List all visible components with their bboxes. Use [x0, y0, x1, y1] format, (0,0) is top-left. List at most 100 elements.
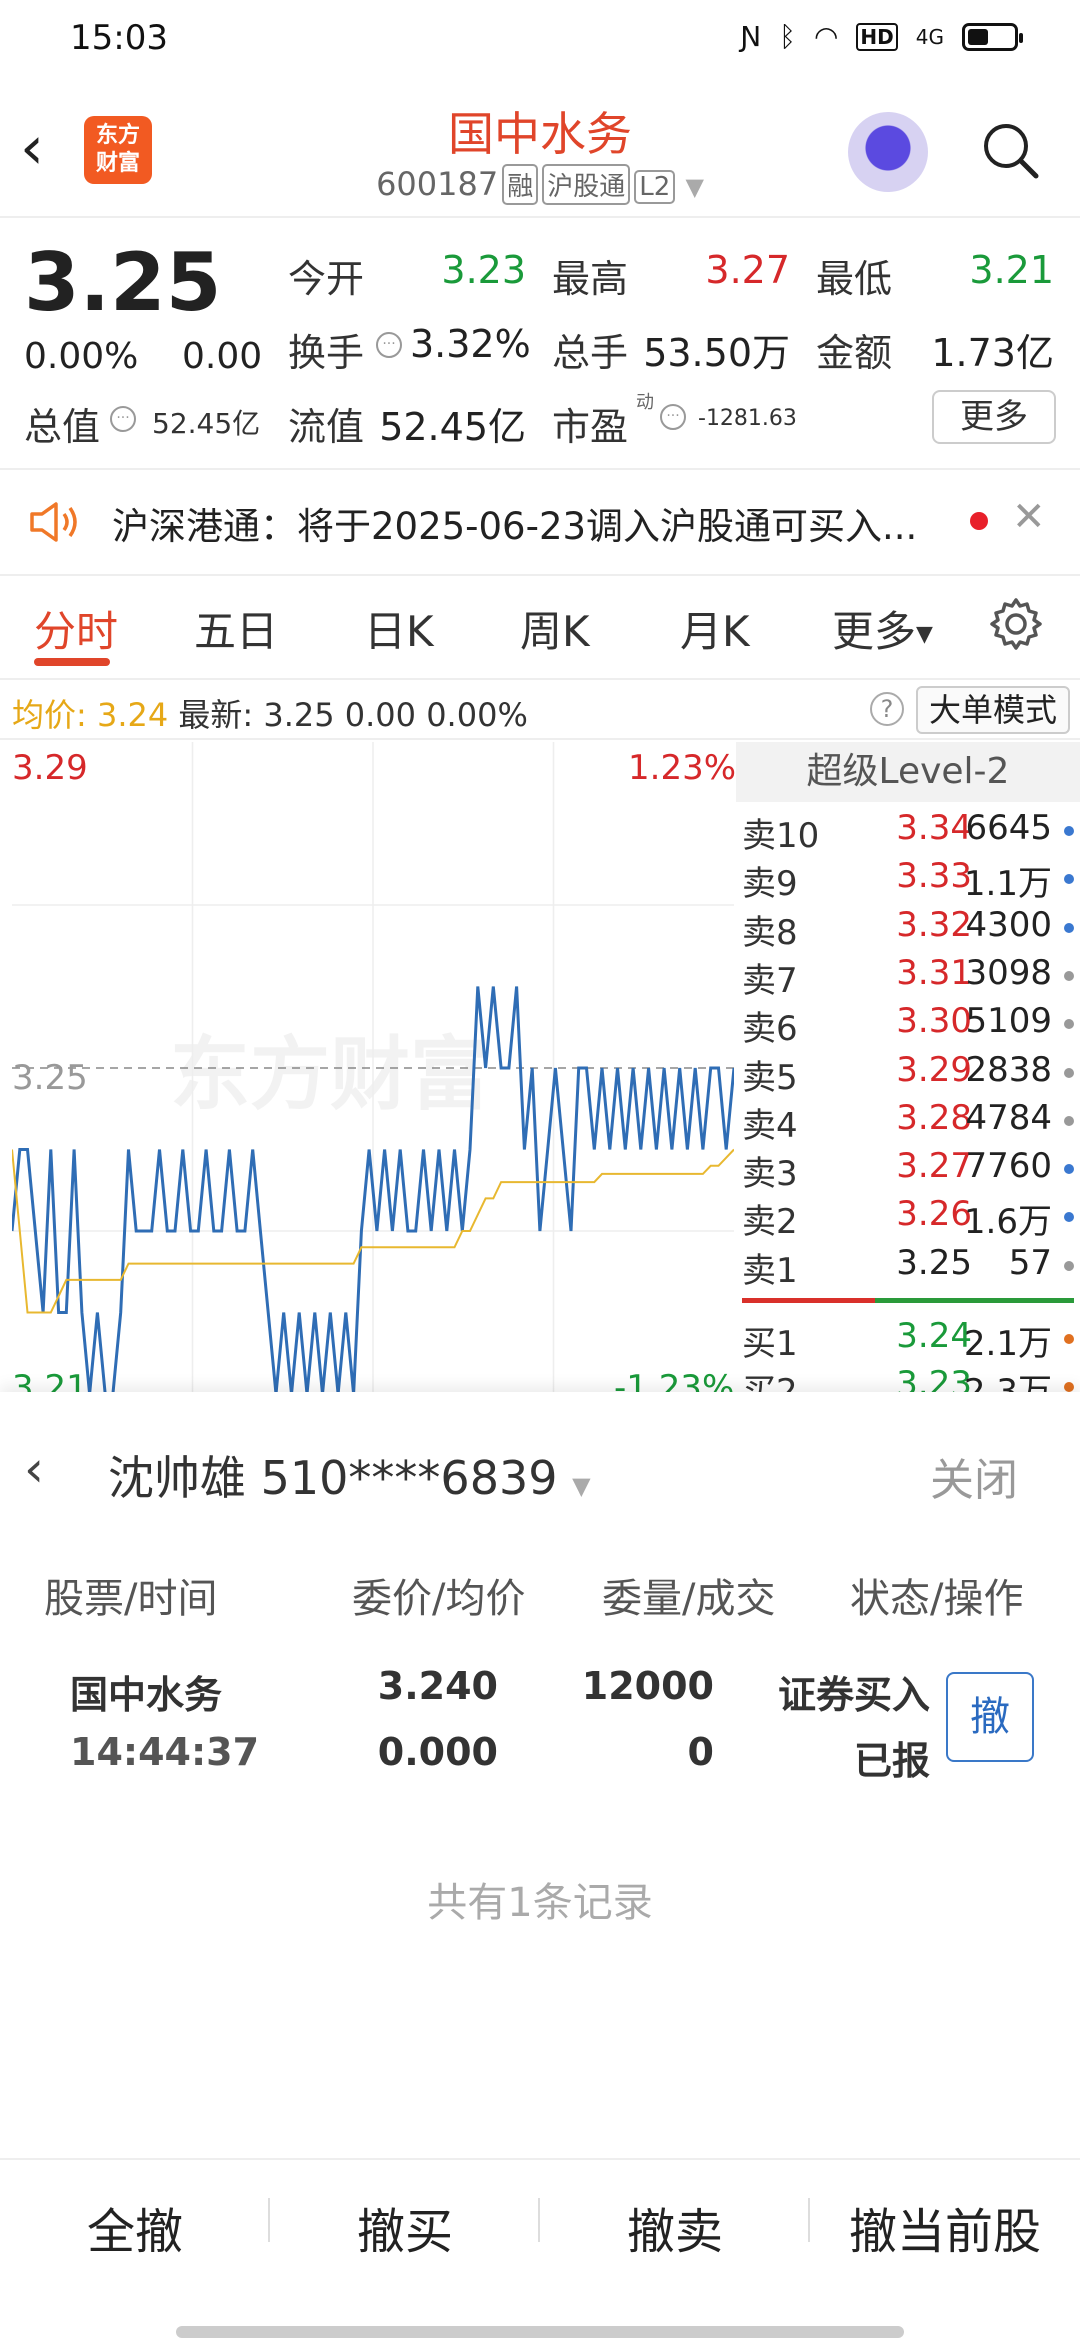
order-price: 3.240: [377, 1664, 498, 1708]
ask-dot-icon: [1064, 922, 1074, 933]
divider: [0, 574, 1080, 576]
info-icon[interactable]: ···: [660, 404, 686, 430]
ask-label: 卖1: [742, 1250, 798, 1291]
info-icon[interactable]: ···: [376, 332, 402, 358]
ask-row[interactable]: 卖7 3.31 3098: [742, 953, 1080, 1001]
volume-label: 总手: [552, 331, 629, 375]
level2-title[interactable]: 超级Level-2: [736, 742, 1080, 802]
ask-dot-icon: [1064, 1260, 1074, 1271]
ask-row[interactable]: 卖1 3.25 57: [742, 1243, 1080, 1291]
divider: [0, 678, 1080, 680]
ask-row[interactable]: 卖9 3.33 1.1万: [742, 856, 1080, 904]
records-count: 共有1条记录: [427, 1880, 653, 1926]
chart-mid-price: 3.25: [12, 1058, 88, 1098]
ask-dot-icon: [1064, 826, 1074, 836]
ask-volume: 2838: [965, 1049, 1052, 1090]
tab-five-day[interactable]: 五日: [194, 598, 278, 659]
battery-icon: [962, 22, 1023, 51]
turnover-value: 3.32%: [410, 322, 531, 366]
ask-volume: 1.6万: [963, 1202, 1052, 1243]
change-pct: 0.00%: [24, 336, 139, 377]
bid-dot-icon: [1064, 1334, 1074, 1344]
ask-row[interactable]: 卖8 3.32 4300: [742, 905, 1080, 953]
gear-icon[interactable]: [988, 596, 1044, 652]
turnover-label: 换手: [288, 331, 365, 375]
order-status: 已报: [853, 1739, 930, 1783]
ask-row[interactable]: 卖10 3.34 6645: [742, 808, 1080, 856]
close-button[interactable]: 关闭: [930, 1444, 1018, 1508]
open-label: 今开: [288, 257, 365, 301]
tab-more[interactable]: 更多▼: [832, 598, 933, 659]
cancel-order-button[interactable]: 撤: [946, 1672, 1034, 1762]
search-icon[interactable]: [980, 120, 1040, 180]
tab-indicator: [34, 658, 110, 666]
low-label: 最低: [816, 257, 893, 301]
ask-label: 卖2: [742, 1202, 798, 1243]
ask-volume: 57: [1008, 1242, 1052, 1283]
tab-monthly-k[interactable]: 月K: [680, 598, 750, 659]
ask-volume: 1.1万: [963, 864, 1052, 905]
ask-row[interactable]: 卖4 3.28 4784: [742, 1098, 1080, 1146]
hk-connect-tag: 沪股通: [542, 164, 631, 205]
ask-row[interactable]: 卖3 3.27 7760: [742, 1146, 1080, 1194]
ask-dot-icon: [1064, 1212, 1074, 1223]
big-order-mode-button[interactable]: 大单模式: [916, 686, 1070, 734]
float-value: 52.45亿: [379, 405, 526, 449]
bid-volume: 2.1万: [963, 1324, 1052, 1364]
ask-label: 卖8: [742, 912, 798, 953]
orderbook-separator: [742, 1298, 1074, 1303]
order-filled: 0: [687, 1730, 714, 1774]
avg-price-row: 均价: 3.24 最新: 3.25 0.00 0.00%: [12, 690, 528, 736]
ask-dot-icon: [1064, 874, 1074, 885]
ask-dot-icon: [1064, 1019, 1074, 1030]
amount-label: 金额: [816, 331, 893, 375]
l2-tag: L2: [634, 170, 676, 204]
ask-row[interactable]: 卖6 3.30 5109: [742, 1001, 1080, 1049]
ask-dot-icon: [1064, 1164, 1074, 1175]
cancel-all-button[interactable]: 全撤: [0, 2192, 270, 2262]
bid-row[interactable]: 买1 3.24 2.1万: [742, 1316, 1080, 1364]
unread-dot: [970, 512, 988, 530]
stock-code: 600187: [376, 165, 499, 203]
dropdown-icon: ▼: [916, 622, 933, 647]
ask-row[interactable]: 卖5 3.29 2838: [742, 1050, 1080, 1098]
cancel-current-stock-button[interactable]: 撤当前股: [810, 2192, 1080, 2262]
header-stock-time: 股票/时间: [44, 1576, 218, 1622]
dropdown-icon: ▼: [685, 173, 704, 201]
cancel-buys-button[interactable]: 撤买: [270, 2192, 540, 2262]
nfc-icon: Ɲ: [740, 20, 762, 53]
ask-label: 卖9: [742, 864, 798, 905]
low-value: 3.21: [969, 248, 1054, 292]
avg-price-label: 均价:: [12, 696, 87, 734]
ask-row[interactable]: 卖2 3.26 1.6万: [742, 1194, 1080, 1242]
wifi-icon: ◠: [813, 20, 839, 53]
account-selector[interactable]: 沈帅雄 510****6839 ▼: [108, 1442, 591, 1508]
tab-daily-k[interactable]: 日K: [364, 598, 434, 659]
help-icon[interactable]: ?: [870, 692, 904, 726]
more-button[interactable]: 更多: [932, 390, 1056, 444]
ask-volume: 5109: [965, 1001, 1052, 1042]
home-indicator[interactable]: [176, 2326, 904, 2338]
assistant-avatar-icon[interactable]: [848, 112, 928, 192]
notice-text[interactable]: 沪深港通：将于2025-06-23调入沪股通可买入...: [112, 496, 917, 550]
header-price-avg: 委价/均价: [352, 1576, 526, 1622]
timeshare-chart[interactable]: [12, 742, 734, 1394]
tab-weekly-k[interactable]: 周K: [520, 598, 590, 659]
cancel-sells-button[interactable]: 撤卖: [540, 2192, 810, 2262]
bid-label: 买1: [742, 1324, 798, 1364]
tab-timeshare[interactable]: 分时: [34, 598, 118, 659]
chart-top-pct: 1.23%: [628, 748, 737, 788]
close-icon[interactable]: ✕: [1012, 494, 1046, 540]
info-icon[interactable]: ···: [110, 406, 136, 432]
ask-label: 卖6: [742, 1009, 798, 1050]
signal-icon: 4G: [915, 24, 944, 49]
ask-label: 卖7: [742, 960, 798, 1001]
order-qty: 12000: [581, 1664, 714, 1708]
ask-volume: 4300: [965, 904, 1052, 945]
status-time: 15:03: [70, 18, 168, 58]
pe-superscript: 动: [636, 392, 654, 413]
avg-price-value: 3.24: [96, 696, 169, 734]
ask-label: 卖10: [742, 816, 820, 856]
order-time: 14:44:37: [70, 1730, 260, 1774]
back-icon[interactable]: ‹: [24, 1440, 44, 1498]
